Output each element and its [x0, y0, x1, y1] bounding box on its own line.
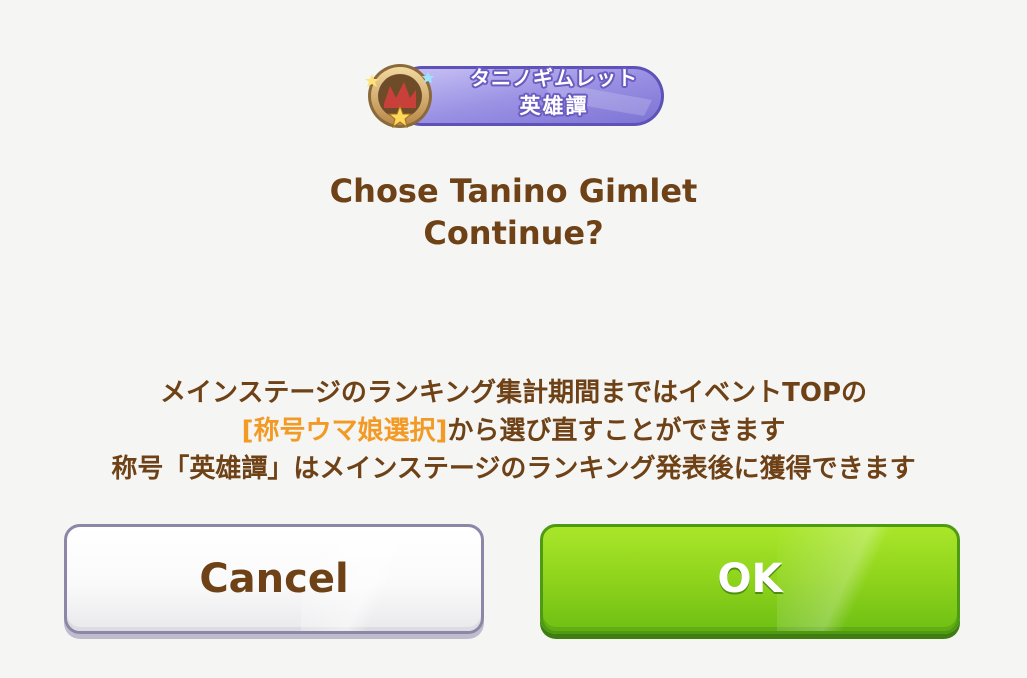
notice-line2-rest: から選び直すことができます: [447, 416, 786, 446]
badge-title-name: 英雄譚: [519, 94, 589, 118]
ok-button-label: OK: [717, 556, 783, 602]
notice-line3: 称号「英雄譚」はメインステージのランキング発表後に獲得できます: [111, 454, 916, 484]
button-shine: [777, 527, 937, 631]
dialog-message-line1: Chose Tanino Gimlet: [329, 172, 698, 210]
notice-line1: メインステージのランキング集計期間まではイベントTOPの: [159, 378, 868, 408]
title-badge: タニノギムレット 英雄譚: [352, 60, 670, 132]
ok-button[interactable]: OK: [540, 524, 960, 634]
badge-character-name: タニノギムレット: [470, 66, 638, 90]
title-select-link-text: [称号ウマ娘選択]: [241, 416, 448, 446]
dialog-message: Chose Tanino Gimlet Continue?: [0, 170, 1027, 254]
badge-text: タニノギムレット 英雄譚: [448, 64, 660, 120]
notice-line2: [称号ウマ娘選択]から選び直すことができます: [0, 412, 1027, 450]
dialog-message-line2: Continue?: [423, 214, 604, 252]
cancel-button-label: Cancel: [199, 556, 349, 602]
cancel-button[interactable]: Cancel: [64, 524, 484, 634]
notice-text: メインステージのランキング集計期間まではイベントTOPの [称号ウマ娘選択]から…: [0, 374, 1027, 488]
